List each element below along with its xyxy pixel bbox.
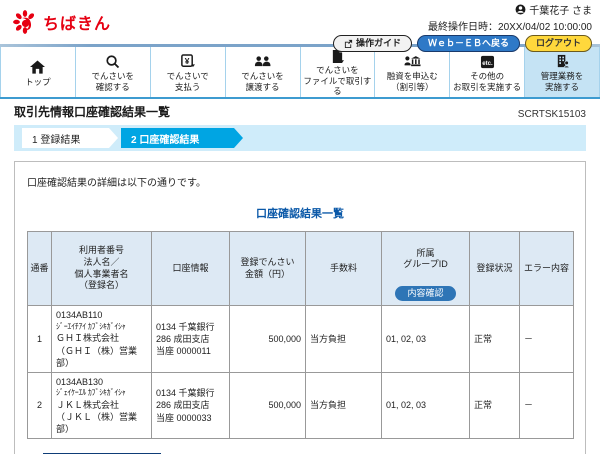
fee-cell: 当方負担 — [305, 305, 382, 373]
seq-cell: 1 — [27, 305, 52, 373]
nav-other-transactions[interactable]: etc. その他の お取引を実施する — [450, 47, 526, 97]
account-confirm-table: 通番 利用者番号 法人名／ 個人事業者名 （登録名） 口座情報 登録でんさい 金… — [27, 230, 574, 440]
brand-name: ちばきん — [43, 16, 112, 33]
chibakin-flower-icon — [12, 9, 38, 35]
last-operation-datetime: 最終操作日時：20XX/04/02 10:00:00 — [428, 22, 592, 33]
col-amount: 登録でんさい 金額（円） — [229, 230, 306, 307]
corp-name: ＧＨＩ株式会社 — [56, 333, 120, 344]
nav-confirm-densai[interactable]: でんさいを 確認する — [76, 47, 151, 97]
nav-label: でんさいを ファイルで取引する — [303, 65, 372, 97]
group-cell: 01, 02, 03 — [381, 371, 470, 440]
nav-label: でんさいを 確認する — [91, 71, 135, 92]
bank-logo[interactable]: ちばきん — [12, 9, 111, 35]
content-panel: 口座確認結果の詳細は以下の通りです。 口座確認結果一覧 通番 利用者番号 法人名… — [14, 161, 586, 454]
header: ちばきん 千葉花子 さま 最終操作日時：20XX/04/02 10:00:00 — [0, 0, 600, 52]
nav-label: でんさいで 支払う — [166, 71, 209, 92]
error-cell: － — [519, 371, 574, 440]
svg-text:¥: ¥ — [185, 56, 190, 66]
nav-pay-densai[interactable]: ¥ でんさいで 支払う — [151, 47, 226, 97]
home-icon — [30, 59, 46, 76]
main-nav: トップ でんさいを 確認する ¥ でんさいで 支払う でんさいを 譲渡する でん… — [0, 47, 600, 97]
col-status: 登録状況 — [469, 230, 520, 307]
user-cell: 0134AB110 ｼﾞｰｴｲﾁｱｲ ｶﾌﾞｼｷｶﾞｲｼｬ ＧＨＩ株式会社 （Ｇ… — [51, 305, 152, 373]
nav-file-transaction[interactable]: でんさいを ファイルで取引する — [301, 47, 376, 97]
corp-name: ＪＫＬ株式会社 — [56, 399, 120, 410]
account-cell: 0134 千葉銀行 286 成田支店 当座 0000011 — [151, 305, 230, 373]
col-group: 所属 グループID 内容確認 — [381, 230, 470, 307]
operation-guide-label: 操作ガイド — [355, 38, 401, 48]
col-group-label: 所属 グループID — [403, 247, 448, 270]
user-cell: 0134AB130 ｼﾞｪｲｹｰｴﾙ ｶﾌﾞｼｷｶﾞｲｼｬ ＪＫＬ株式会社 （Ｊ… — [51, 371, 152, 440]
col-account: 口座情報 — [151, 230, 230, 307]
nav-transfer-densai[interactable]: でんさいを 譲渡する — [226, 47, 301, 97]
seq-cell: 2 — [27, 371, 52, 440]
nav-apply-loan[interactable]: 融資を申込む （割引等） — [375, 47, 451, 97]
user-number: 0134AB130 — [56, 376, 104, 387]
error-cell: － — [519, 305, 574, 373]
status-cell: 正常 — [469, 305, 520, 373]
amount-cell: 500,000 — [229, 305, 306, 373]
table-title: 口座確認結果一覧 — [256, 208, 344, 220]
step-indicator: 1 登録結果 2 口座確認結果 — [14, 125, 586, 151]
user-name: 千葉花子 さま — [529, 6, 592, 17]
etc-icon: etc. — [480, 53, 495, 70]
col-error: エラー内容 — [519, 230, 574, 307]
operation-guide-button[interactable]: 操作ガイド — [332, 35, 412, 52]
table-header-row: 通番 利用者番号 法人名／ 個人事業者名 （登録名） 口座情報 登録でんさい 金… — [27, 230, 574, 307]
nav-label: トップ — [25, 76, 51, 87]
registered-name: （ＧＨＩ（株）営業部） — [56, 345, 138, 368]
table-row: 1 0134AB110 ｼﾞｰｴｲﾁｱｲ ｶﾌﾞｼｷｶﾞｲｼｬ ＧＨＩ株式会社 … — [27, 305, 574, 373]
step-account-confirm-result: 2 口座確認結果 — [121, 128, 243, 148]
description-text: 口座確認結果の詳細は以下の通りです。 — [27, 178, 206, 189]
group-cell: 01, 02, 03 — [381, 305, 470, 373]
web-eb-back-button[interactable]: Ｗｅｂ－ＥＢへ戻る — [416, 35, 520, 52]
user-kana: ｼﾞｰｴｲﾁｱｲ ｶﾌﾞｼｷｶﾞｲｼｬ — [56, 321, 126, 331]
person-bank-icon — [404, 53, 421, 70]
table-row: 2 0134AB130 ｼﾞｪｲｹｰｴﾙ ｶﾌﾞｼｷｶﾞｲｼｬ ＪＫＬ株式会社 … — [27, 371, 574, 440]
building-icon — [555, 53, 570, 70]
nav-label: 管理業務を 実施する — [540, 71, 584, 92]
user-kana: ｼﾞｪｲｹｰｴﾙ ｶﾌﾞｼｷｶﾞｲｼｬ — [56, 387, 126, 397]
nav-top[interactable]: トップ — [0, 47, 76, 97]
fee-cell: 当方負担 — [305, 371, 382, 440]
col-seq: 通番 — [27, 230, 52, 307]
col-user: 利用者番号 法人名／ 個人事業者名 （登録名） — [51, 230, 152, 307]
user-number: 0134AB110 — [56, 310, 103, 321]
svg-text:etc.: etc. — [482, 61, 493, 67]
status-cell: 正常 — [469, 371, 520, 440]
logout-button[interactable]: ログアウト — [524, 35, 592, 52]
nav-label: でんさいを 譲渡する — [241, 71, 284, 92]
nav-admin-tasks[interactable]: 管理業務を 実施する — [525, 47, 600, 97]
user-info: 千葉花子 さま — [333, 2, 592, 17]
screen-id: SCRTSK15103 — [517, 109, 586, 120]
account-cell: 0134 千葉銀行 286 成田支店 当座 0000033 — [151, 371, 230, 440]
amount-cell: 500,000 — [229, 371, 306, 440]
nav-label: 融資を申込む （割引等） — [386, 71, 438, 92]
nav-label: その他の お取引を実施する — [453, 71, 522, 92]
page-title: 取引先情報口座確認結果一覧 — [14, 105, 171, 119]
col-fee: 手数料 — [305, 230, 382, 307]
user-icon — [515, 4, 526, 15]
people-icon — [254, 53, 271, 70]
external-link-icon — [344, 39, 353, 48]
content-confirm-button[interactable]: 内容確認 — [395, 285, 456, 302]
search-icon — [105, 53, 120, 70]
yen-document-icon: ¥ — [180, 53, 196, 70]
registered-name: （ＪＫＬ（株）営業部） — [56, 411, 138, 435]
step-registration-result: 1 登録結果 — [22, 128, 118, 148]
